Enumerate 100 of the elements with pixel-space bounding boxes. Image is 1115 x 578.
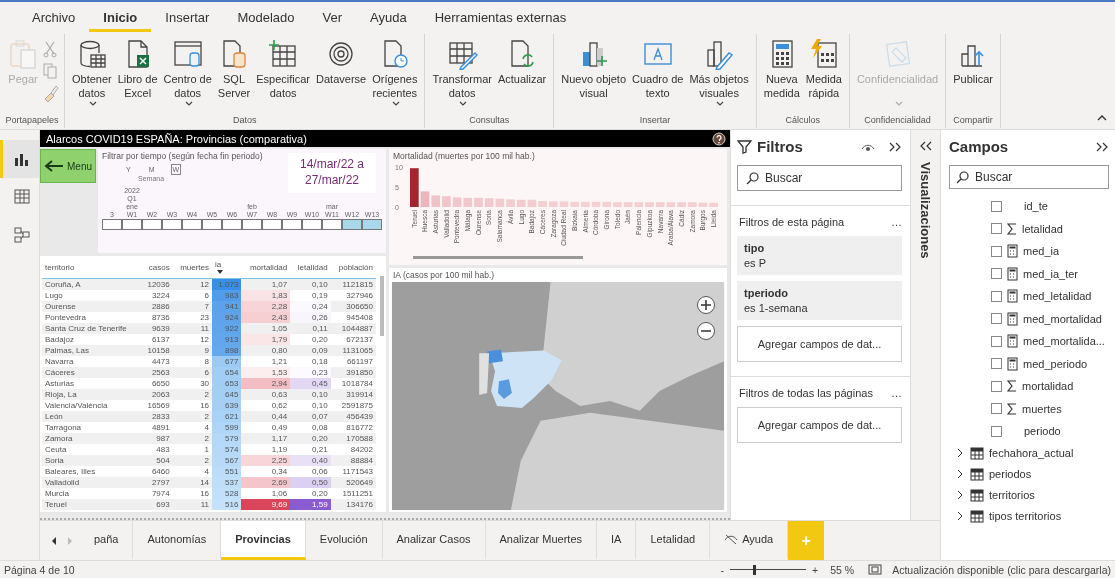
field-name[interactable]: med_mortalidad [1023,312,1102,325]
zoom-in-button[interactable]: + [812,563,819,576]
field-name[interactable]: id_te [1024,200,1048,213]
collapse-icon[interactable] [1097,114,1107,122]
column-header[interactable]: mortalidad [241,260,291,279]
scrollbar[interactable] [413,256,583,259]
timeline-cell[interactable] [342,219,362,230]
help-icon[interactable] [712,131,726,146]
field-name[interactable]: periodo [1024,425,1061,438]
column-header[interactable]: muertes [172,260,213,279]
ribbon-button[interactable]: Libro de Excel [114,38,161,100]
pane-title[interactable]: Visualizaciones [918,162,933,259]
filter-card[interactable]: tipo es P [737,236,902,275]
ribbon-button[interactable]: Dataverse [313,38,370,86]
ribbon-button[interactable]: Centro de datos [160,38,215,107]
checkbox[interactable] [991,200,1002,212]
column-header[interactable]: ia [212,260,242,279]
field-name[interactable]: letalidad [1022,222,1063,235]
expand-icon[interactable] [918,140,933,152]
more-options-button[interactable]: … [891,387,902,399]
ribbon-tab[interactable]: Herramientas externas [420,4,581,32]
view-button[interactable] [0,140,39,178]
scrollbar[interactable] [380,276,384,336]
ribbon-tab[interactable]: Ver [308,4,356,32]
ribbon-button[interactable]: Más objetos visuales [686,38,752,107]
field-name[interactable]: muertes [1022,402,1062,415]
timeline-cell[interactable] [242,219,262,230]
expand-icon[interactable] [955,469,965,479]
expand-icon[interactable] [955,511,965,521]
menu-button[interactable]: Menu [40,149,96,183]
checkbox[interactable] [991,403,1002,415]
table-name[interactable]: periodos [989,468,1032,480]
checkbox[interactable] [991,223,1002,235]
checkbox[interactable] [991,425,1002,437]
ribbon-button[interactable]: Nueva medida [760,38,803,100]
timeline-cell[interactable] [222,219,242,230]
expand-icon[interactable] [955,490,965,500]
column-header[interactable]: territorio [42,260,141,279]
timeline-cell[interactable] [182,219,202,230]
add-field-dropzone[interactable]: Agregar campos de dat... [737,326,902,362]
expand-icon[interactable] [955,448,965,458]
field-name[interactable]: med_letalidad [1023,290,1092,303]
bar[interactable] [410,168,419,207]
ribbon-button[interactable]: Medida rápida [802,38,845,100]
timeline-cell[interactable] [202,219,222,230]
ribbon-tab[interactable]: Ayuda [356,4,421,32]
checkbox[interactable] [991,245,1002,257]
column-header[interactable]: letalidad [290,260,331,279]
timeline-cell[interactable] [142,219,162,230]
table-name[interactable]: territorios [989,489,1035,501]
ribbon-button[interactable]: Obtener datos [69,38,115,107]
checkbox[interactable] [991,290,1002,302]
timeline-cell[interactable] [102,219,122,230]
more-options-button[interactable]: … [891,216,902,228]
timeline-cell[interactable] [262,219,282,230]
column-header[interactable]: casos [140,260,173,279]
timeline-cell[interactable] [122,219,142,230]
ribbon-button[interactable]: Cuadro de texto [629,38,687,100]
zoom-out-button[interactable]: - [720,563,725,576]
timeline-cell[interactable] [302,219,322,230]
ribbon-tab[interactable]: Inicio [89,4,152,32]
checkbox[interactable] [991,358,1002,370]
checkbox[interactable] [991,268,1002,280]
collapse-icon[interactable] [1095,140,1109,153]
field-name[interactable]: med_mortalida... [1023,335,1105,348]
checkbox[interactable] [991,313,1002,325]
previous-page-icon[interactable] [50,535,58,546]
fit-page-icon[interactable] [868,564,883,575]
checkbox[interactable] [991,335,1002,347]
column-header[interactable]: población [330,260,376,279]
filter-card[interactable]: tperiodo es 1-semana [737,281,902,320]
timeline-cell[interactable] [362,219,382,230]
table-name[interactable]: fechahora_actual [989,447,1074,459]
ribbon-button[interactable]: Actualizar [494,38,550,86]
ribbon-button[interactable]: Nuevo objeto visual [558,38,630,100]
checkbox[interactable] [991,380,1002,392]
field-name[interactable]: med_periodo [1023,357,1088,370]
ribbon-button[interactable]: Especificar datos [253,38,314,100]
ribbon-tab[interactable]: Insertar [151,4,224,32]
ribbon-tab[interactable]: Modelado [223,4,309,32]
ribbon-tab[interactable]: Archivo [18,4,90,32]
timeline-cell[interactable] [162,219,182,230]
calculator-icon [1007,356,1018,371]
page-tab[interactable]: Provincias [221,521,306,560]
field-name[interactable]: mortalidad [1022,380,1074,393]
search-field[interactable]: Buscar [737,165,902,191]
field-name[interactable]: med_ia_ter [1023,267,1079,280]
timeline-cell[interactable] [282,219,302,230]
ribbon-button[interactable]: Transformar datos [429,38,495,107]
ribbon-button[interactable]: Publicar [950,38,996,86]
collapse-icon[interactable] [888,140,902,153]
timeline-cell[interactable] [322,219,342,230]
search-field[interactable]: Buscar [949,165,1109,189]
add-field-dropzone[interactable]: Agregar campos de dat... [737,407,902,443]
ribbon-button[interactable]: Orígenes recientes [369,38,421,107]
update-link[interactable]: Actualización disponible (clic para descargarla) [892,563,1111,576]
table-name[interactable]: tipos territorios [989,510,1062,522]
field-name[interactable]: med_ia [1023,245,1060,258]
slider-thumb[interactable] [752,564,756,575]
ribbon-button[interactable]: SQL Server [214,38,254,100]
